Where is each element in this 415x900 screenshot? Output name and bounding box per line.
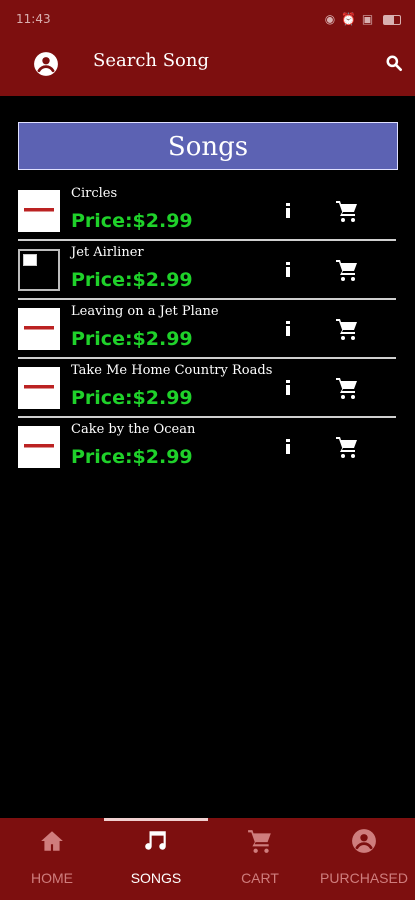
song-row[interactable]: Take Me Home Country Roads Price:$2.99 — [18, 360, 398, 418]
account-button[interactable] — [33, 51, 59, 77]
nav-purchased-label: PURCHASED — [320, 870, 408, 886]
account-circle-icon — [352, 829, 376, 853]
cart-icon — [248, 830, 271, 853]
info-icon — [286, 439, 290, 454]
cart-icon — [336, 319, 357, 340]
music-note-icon — [145, 831, 166, 850]
broken-image-icon — [23, 254, 37, 266]
info-icon — [286, 380, 290, 395]
battery-icon — [383, 14, 401, 25]
status-time: 11:43 — [16, 12, 51, 26]
nav-cart-label: CART — [241, 870, 279, 886]
info-button[interactable] — [280, 201, 296, 221]
info-button[interactable] — [280, 260, 296, 280]
row-divider — [18, 416, 396, 418]
info-button[interactable] — [280, 437, 296, 457]
bottom-navigation: HOME SONGS CART PURCHASED — [0, 818, 415, 900]
status-icons-text: ◉ ⏰ ▣ — [324, 12, 375, 26]
cart-icon — [336, 378, 357, 399]
add-to-cart-button[interactable] — [334, 317, 360, 341]
song-row[interactable]: Leaving on a Jet Plane Price:$2.99 — [18, 301, 398, 359]
song-title: Jet Airliner — [71, 245, 144, 260]
search-song-title[interactable]: Search Song — [93, 50, 209, 71]
info-icon — [286, 203, 290, 218]
song-title: Take Me Home Country Roads — [71, 363, 273, 378]
song-price: Price:$2.99 — [71, 210, 193, 232]
add-to-cart-button[interactable] — [334, 376, 360, 400]
album-thumbnail — [18, 190, 60, 232]
song-title: Circles — [71, 186, 118, 201]
row-divider — [18, 239, 396, 241]
song-row[interactable]: Circles Price:$2.99 — [18, 183, 398, 241]
search-button[interactable] — [384, 53, 404, 73]
add-to-cart-button[interactable] — [334, 199, 360, 223]
song-price: Price:$2.99 — [71, 387, 193, 409]
home-icon — [41, 831, 63, 851]
info-icon — [286, 321, 290, 336]
nav-home-label: HOME — [31, 870, 73, 886]
song-title: Cake by the Ocean — [71, 422, 196, 437]
nav-songs-label: SONGS — [130, 870, 182, 886]
songs-section-header: Songs — [18, 122, 398, 170]
song-row[interactable]: Cake by the Ocean Price:$2.99 — [18, 419, 398, 477]
album-thumbnail — [18, 367, 60, 409]
search-icon — [386, 55, 402, 71]
account-circle-icon — [34, 52, 58, 76]
song-price: Price:$2.99 — [71, 269, 193, 291]
status-icons: ◉ ⏰ ▣ — [325, 12, 401, 26]
nav-purchased[interactable]: PURCHASED — [312, 818, 415, 900]
info-button[interactable] — [280, 319, 296, 339]
nav-songs[interactable]: SONGS — [104, 818, 208, 900]
app-bar: 11:43 ◉ ⏰ ▣ Search Song — [0, 0, 415, 96]
add-to-cart-button[interactable] — [334, 258, 360, 282]
song-price: Price:$2.99 — [71, 446, 193, 468]
info-button[interactable] — [280, 378, 296, 398]
row-divider — [18, 298, 396, 300]
nav-cart[interactable]: CART — [208, 818, 312, 900]
song-title: Leaving on a Jet Plane — [71, 304, 219, 319]
cart-icon — [336, 437, 357, 458]
status-bar: 11:43 ◉ ⏰ ▣ — [0, 0, 415, 36]
info-icon — [286, 262, 290, 277]
song-price: Price:$2.99 — [71, 328, 193, 350]
nav-home[interactable]: HOME — [0, 818, 104, 900]
cart-icon — [336, 260, 357, 281]
cart-icon — [336, 201, 357, 222]
add-to-cart-button[interactable] — [334, 435, 360, 459]
song-row[interactable]: Jet Airliner Price:$2.99 — [18, 242, 398, 300]
album-thumbnail — [18, 308, 60, 350]
album-thumbnail — [18, 426, 60, 468]
row-divider — [18, 357, 396, 359]
album-thumbnail-broken — [18, 249, 60, 291]
